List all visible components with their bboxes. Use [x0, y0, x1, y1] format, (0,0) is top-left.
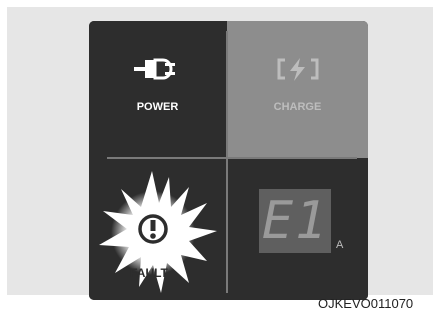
power-label: POWER	[136, 101, 179, 113]
horizontal-divider	[107, 157, 357, 159]
power-indicator: POWER	[89, 21, 226, 158]
current-unit-label: A	[336, 239, 344, 251]
seven-segment-display: E1	[259, 189, 331, 253]
figure-code: OJKEVO011070	[318, 296, 414, 311]
current-level-readout: E1	[261, 191, 329, 251]
vertical-divider	[226, 31, 228, 293]
battery-charge-icon	[277, 58, 319, 81]
charging-indicator-panel: POWER CHARGE FAULT E1 A	[89, 21, 368, 300]
charge-label: CHARGE	[273, 101, 322, 113]
fault-indicator: FAULT	[89, 159, 226, 300]
plug-icon	[134, 58, 175, 80]
fault-label: FAULT	[130, 266, 168, 280]
charge-indicator: CHARGE	[227, 21, 368, 158]
charging-current-display: E1 A	[227, 159, 368, 300]
